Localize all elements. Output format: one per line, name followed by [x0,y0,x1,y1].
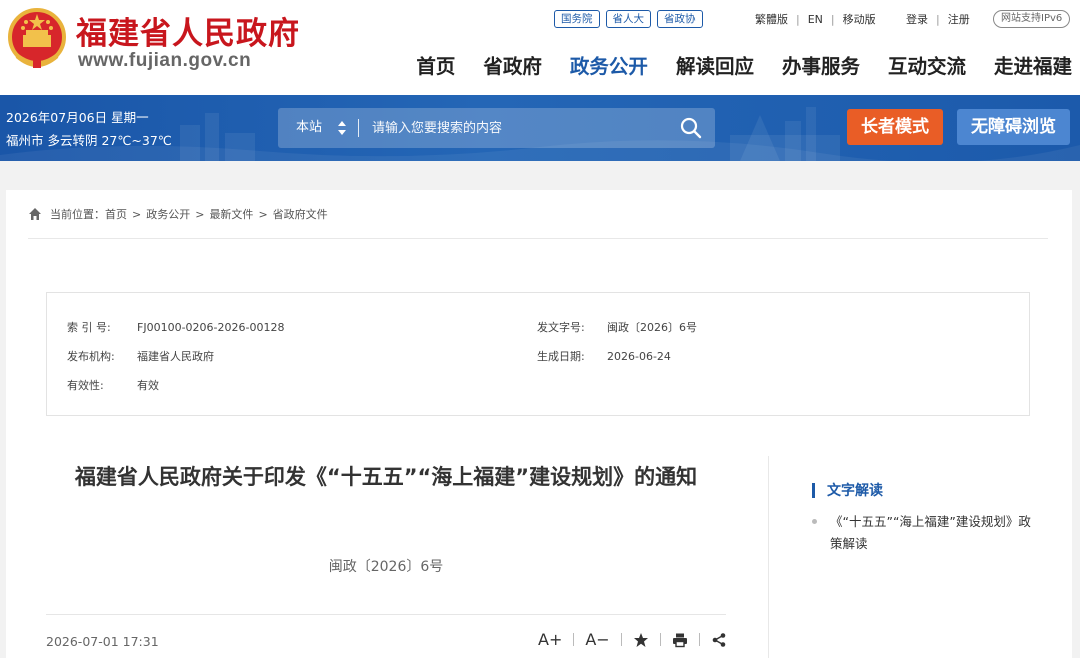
breadcrumb-prefix: 当前位置： [50,208,105,221]
heading-accent-bar [812,482,815,498]
search-divider [358,119,359,137]
meta-docno-label: 发文字号: [537,321,585,334]
nav-interpretation[interactable]: 解读回应 [676,50,754,79]
breadcrumb: 当前位置： 首页 > 政务公开 > 最新文件 > 省政府文件 [28,206,328,222]
weather-info: 福州市 多云转阴 27℃~37℃ [6,133,172,148]
document-number: 闽政〔2026〕6号 [328,559,444,575]
meta-index: 索 引 号: FJ00100-0206-2026-00128 [67,319,284,335]
search-scope-select[interactable]: 本站 [278,108,358,148]
breadcrumb-separator: > [195,207,205,221]
meta-validity: 有效性: 有效 [67,377,159,393]
ipv6-badge: 网站支持IPv6 [993,10,1071,28]
separator [573,633,575,646]
meta-org-value: 福建省人民政府 [137,350,214,363]
font-decrease-button[interactable]: A− [585,630,609,649]
site-url[interactable]: www.fujian.gov.cn [78,50,251,72]
pill-state-council[interactable]: 国务院 [554,10,600,28]
meta-org: 发布机构: 福建省人民政府 [67,348,214,364]
breadcrumb-gov-affairs[interactable]: 政务公开 [146,206,190,222]
nav-about-fujian[interactable]: 走进福建 [994,50,1072,79]
star-icon[interactable] [633,632,649,648]
updown-arrow-icon [338,121,346,135]
accessible-browse-button[interactable]: 无障碍浏览 [957,109,1070,145]
interpretation-link-text[interactable]: 《“十五五”“海上福建”建设规划》政策解读 [830,511,1042,555]
national-emblem-icon[interactable] [6,6,68,72]
document-title: 福建省人民政府关于印发《“十五五”“海上福建”建设规划》的通知 [74,465,698,489]
separator: | [830,12,835,26]
breadcrumb-home[interactable]: 首页 [105,206,127,222]
meta-index-value: FJ00100-0206-2026-00128 [137,321,285,334]
site-title[interactable]: 福建省人民政府 [76,8,300,53]
pill-provincial-congress[interactable]: 省人大 [605,10,651,28]
interpretation-heading: 文字解读 [812,480,883,500]
breadcrumb-separator: > [258,207,268,221]
meta-validity-label: 有效性: [67,379,104,392]
breadcrumb-gov-docs[interactable]: 省政府文件 [273,206,328,222]
separator: | [796,12,800,26]
search-scope-label: 本站 [296,120,323,135]
elder-mode-button[interactable]: 长者模式 [847,109,943,145]
share-icon[interactable] [711,632,727,648]
register-link[interactable]: 注册 [948,11,970,27]
column-divider [768,456,769,658]
main-nav: 首页 省政府 政务公开 解读回应 办事服务 互动交流 走进福建 [388,50,1072,79]
search-band: 2026年07月06日 星期一 福州市 多云转阴 27℃~37℃ 本站 长者模式… [0,95,1080,161]
meta-date-label: 生成日期: [537,350,585,363]
meta-validity-value: 有效 [137,379,159,392]
breadcrumb-separator: > [132,207,142,221]
nav-government-affairs[interactable]: 政务公开 [570,50,648,79]
nav-provincial-government[interactable]: 省政府 [483,50,542,79]
nav-home[interactable]: 首页 [416,50,455,79]
english-link[interactable]: EN [808,13,823,26]
print-icon[interactable] [672,632,688,648]
interpretation-heading-text: 文字解读 [827,483,883,499]
meta-docno: 发文字号: 闽政〔2026〕6号 [537,319,697,335]
search-input[interactable] [364,108,664,148]
nav-interaction[interactable]: 互动交流 [888,50,966,79]
home-icon [29,208,41,220]
interpretation-link[interactable]: 《“十五五”“海上福建”建设规划》政策解读 [812,511,1042,555]
breadcrumb-latest-docs[interactable]: 最新文件 [209,206,253,222]
bullet-dot-icon [812,519,817,524]
divider [28,238,1048,239]
content-card: 当前位置： 首页 > 政务公开 > 最新文件 > 省政府文件 索 引 号: FJ0… [6,190,1072,658]
separator [620,633,622,646]
traditional-chinese-link[interactable]: 繁體版 [755,11,788,27]
publish-time: 2026-07-01 17:31 [46,634,159,649]
nav-services[interactable]: 办事服务 [782,50,860,79]
font-increase-button[interactable]: A+ [538,630,562,649]
meta-index-label: 索 引 号: [67,321,111,334]
separator [698,633,700,646]
search-box: 本站 [278,108,715,148]
divider [46,614,726,615]
mobile-link[interactable]: 移动版 [843,11,876,27]
meta-date-value: 2026-06-24 [607,350,671,363]
article-tools: A+ A− [538,630,727,649]
pill-provincial-cppcc[interactable]: 省政协 [657,10,703,28]
login-link[interactable]: 登录 [906,11,928,27]
meta-docno-value: 闽政〔2026〕6号 [607,321,697,334]
separator [659,633,661,646]
meta-date: 生成日期: 2026-06-24 [537,348,671,364]
document-metadata: 索 引 号: FJ00100-0206-2026-00128 发文字号: 闽政〔20… [46,292,1030,416]
search-icon[interactable] [677,114,705,142]
account-links: 登录 | 注册 [906,9,970,29]
meta-org-label: 发布机构: [67,350,115,363]
separator: | [936,12,940,26]
current-date: 2026年07月06日 星期一 [6,110,149,125]
ipv6-wrap: 网站支持IPv6 [993,9,1071,29]
top-pill-group: 国务院 省人大 省政协 [554,9,709,29]
language-links: 繁體版 | EN | 移动版 [755,9,876,29]
site-header: 福建省人民政府 www.fujian.gov.cn 国务院 省人大 省政协 繁體… [0,0,1080,95]
